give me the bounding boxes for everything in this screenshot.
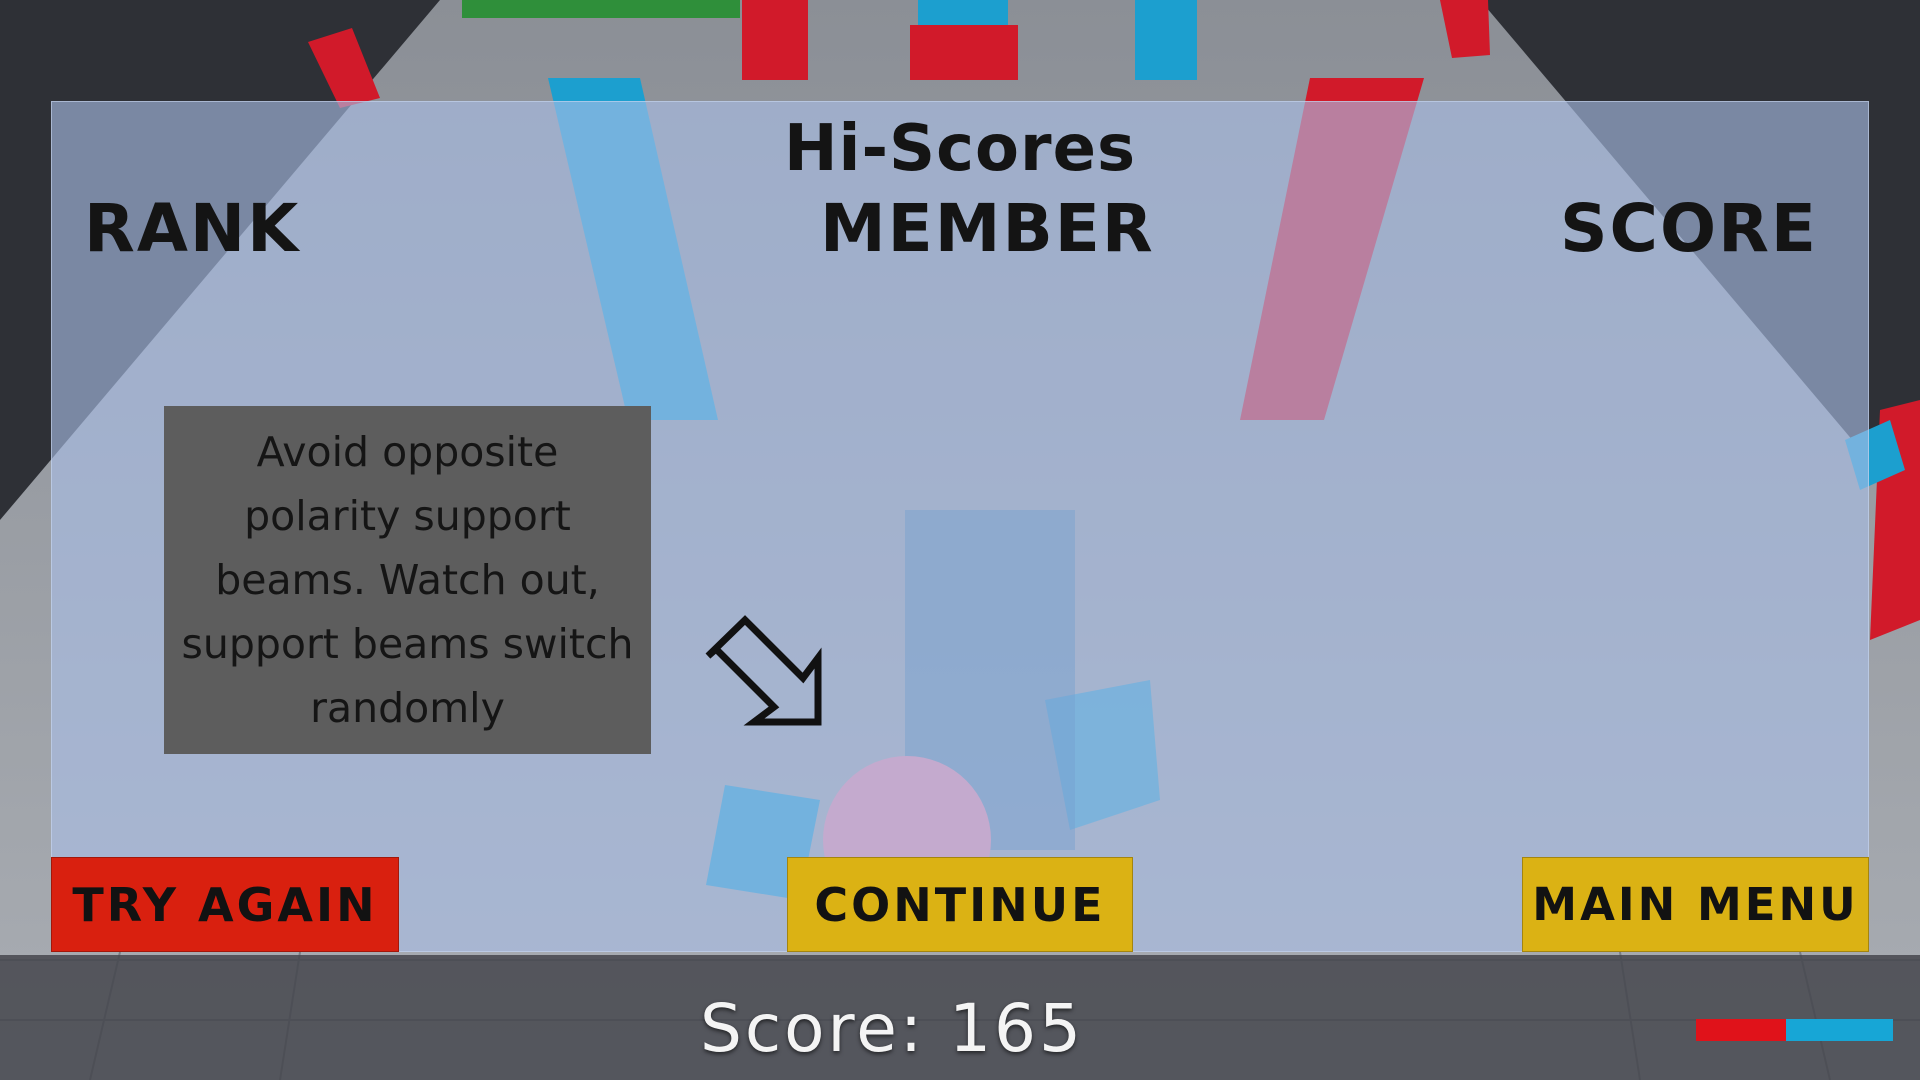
arrow-pointer-icon (705, 615, 822, 726)
try-again-button[interactable]: TRY AGAIN (51, 857, 399, 952)
column-header-member: MEMBER (820, 190, 1155, 267)
continue-button[interactable]: CONTINUE (787, 857, 1133, 952)
tip-text: Avoid opposite polarity support beams. W… (181, 428, 634, 732)
tip-box: Avoid opposite polarity support beams. W… (164, 406, 651, 754)
score-display: Score: 165 (700, 990, 1085, 1067)
polarity-indicator (1696, 1019, 1893, 1041)
main-menu-button[interactable]: MAIN MENU (1522, 857, 1869, 952)
column-header-rank: RANK (84, 190, 301, 267)
polarity-blue-segment (1786, 1019, 1893, 1041)
column-header-score: SCORE (1560, 190, 1818, 267)
polarity-red-segment (1696, 1019, 1786, 1041)
hiscores-title: Hi-Scores (783, 112, 1137, 186)
